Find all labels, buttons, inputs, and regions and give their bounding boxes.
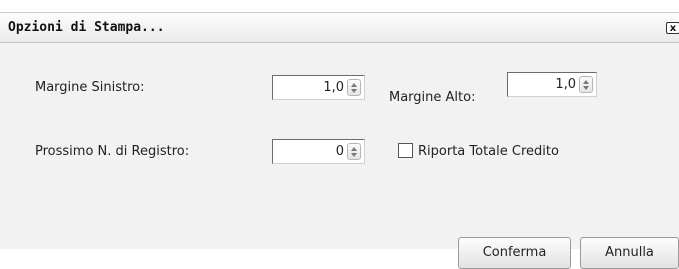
- spinner-arrows-icon[interactable]: [347, 143, 361, 160]
- dialog-title: Opzioni di Stampa...: [8, 20, 165, 35]
- spinner-arrows-icon[interactable]: [347, 79, 361, 96]
- dialog-titlebar: Opzioni di Stampa... x: [0, 13, 679, 43]
- cancel-button[interactable]: Annulla: [580, 237, 679, 269]
- margine-sinistro-value[interactable]: 1,0: [323, 80, 344, 95]
- margine-sinistro-spinner[interactable]: 1,0: [272, 75, 365, 100]
- margine-alto-value[interactable]: 1,0: [555, 77, 576, 92]
- margine-sinistro-label: Margine Sinistro:: [35, 80, 145, 95]
- print-options-dialog: Opzioni di Stampa... x Margine Sinistro:…: [0, 12, 679, 269]
- close-icon[interactable]: x: [666, 22, 679, 34]
- prossimo-registro-spinner[interactable]: 0: [272, 139, 365, 164]
- margine-alto-label: Margine Alto:: [389, 90, 476, 105]
- riporta-totale-credito-label[interactable]: Riporta Totale Credito: [418, 144, 559, 159]
- riporta-totale-credito-checkbox[interactable]: [398, 143, 413, 158]
- margine-alto-spinner[interactable]: 1,0: [507, 72, 597, 97]
- confirm-button[interactable]: Conferma: [458, 237, 571, 269]
- spinner-arrows-icon[interactable]: [579, 76, 593, 93]
- prossimo-registro-label: Prossimo N. di Registro:: [35, 144, 190, 159]
- prossimo-registro-value[interactable]: 0: [336, 144, 344, 159]
